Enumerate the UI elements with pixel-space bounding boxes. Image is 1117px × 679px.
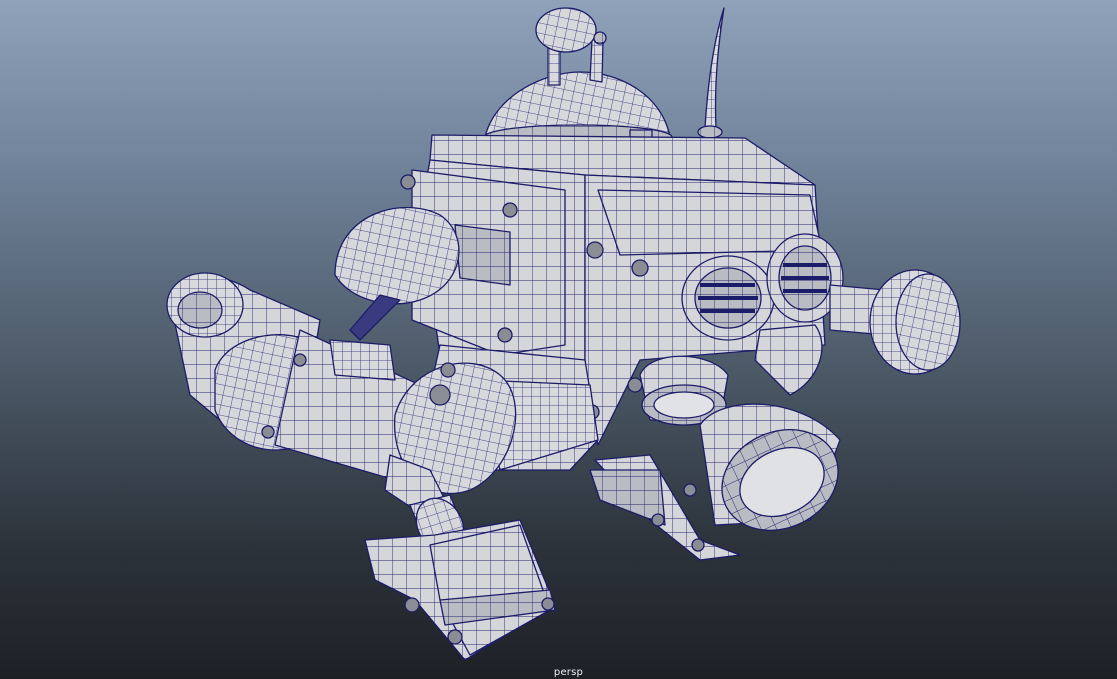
eye-left[interactable] xyxy=(681,255,775,341)
thruster-upper[interactable] xyxy=(754,324,823,396)
antenna[interactable] xyxy=(697,7,725,139)
thruster-large[interactable] xyxy=(699,403,855,549)
perspective-viewport[interactable]: persp xyxy=(0,0,1117,679)
camera-name-label: persp xyxy=(553,667,584,678)
side-knob[interactable] xyxy=(829,269,961,375)
robot-model[interactable] xyxy=(0,0,1117,679)
foot-left[interactable] xyxy=(364,519,556,661)
